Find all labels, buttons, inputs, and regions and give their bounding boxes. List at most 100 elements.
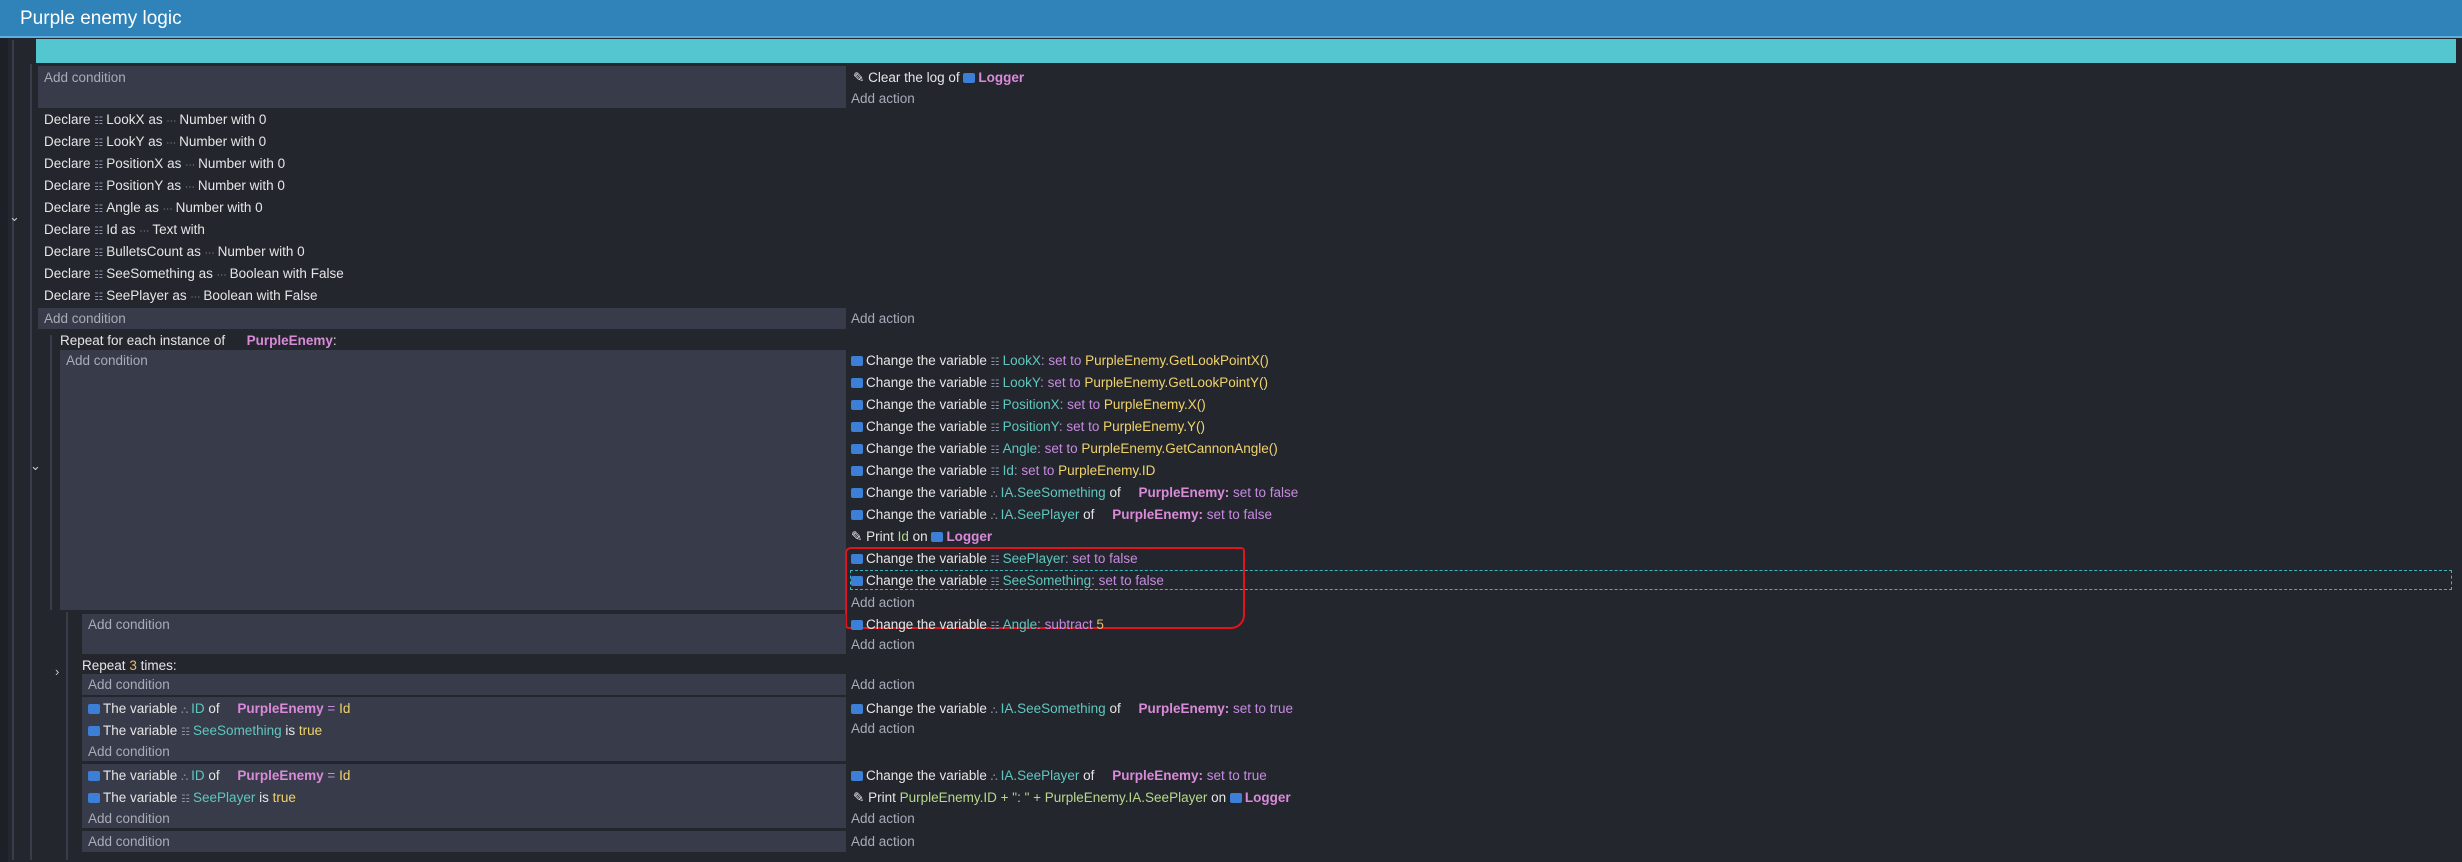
with-text: with [256, 288, 281, 303]
condition-id[interactable]: The variable ⛬ ID of PurpleEnemy = Id [88, 700, 350, 719]
condition-area[interactable] [82, 674, 846, 695]
expand-chevron-icon[interactable]: › [55, 664, 59, 679]
type-icon: ⋯ [166, 116, 177, 127]
add-action-link[interactable]: Add action [851, 676, 915, 693]
action-text: Change the variable [866, 441, 987, 456]
collapse-chevron-icon[interactable]: ⌄ [30, 458, 41, 474]
foreach-header[interactable]: Repeat for each instance of PurpleEnemy: [60, 332, 337, 349]
add-action-link[interactable]: Add action [851, 810, 915, 827]
add-action-link[interactable]: Add action [851, 310, 915, 327]
variable-icon: ☷ [990, 357, 1000, 368]
title-bar: Purple enemy logic [0, 0, 2462, 38]
add-action-link[interactable]: Add action [851, 720, 915, 737]
declare-row[interactable]: Declare ☷ PositionY as ⋯ Number with 0 [44, 177, 344, 199]
condition-area[interactable] [82, 831, 846, 852]
as-text: as [198, 266, 213, 281]
declare-text: Declare [44, 200, 91, 215]
action-change-variable[interactable]: Change the variable ☷ Id: set to PurpleEn… [851, 462, 1298, 484]
repeat-header[interactable]: Repeat 3 times: [82, 657, 177, 674]
operation: set to true [1206, 768, 1267, 783]
of-text: of [1083, 768, 1095, 783]
edit-icon: ✎ [853, 70, 865, 85]
add-condition-link[interactable]: Add condition [44, 310, 126, 327]
variable-name: PositionX [1002, 397, 1060, 412]
action-set-seesomething[interactable]: Change the variable ⛬ IA.SeeSomething of … [851, 700, 1293, 719]
as-text: as [148, 134, 163, 149]
declare-row[interactable]: Declare ☷ PositionX as ⋯ Number with 0 [44, 155, 344, 177]
type-name: Boolean [229, 266, 280, 281]
condition-id[interactable]: The variable ⛬ ID of PurpleEnemy = Id [88, 767, 350, 786]
type-name: Number [217, 244, 266, 259]
group-header-bar[interactable] [36, 39, 2456, 63]
initial-value: False [284, 288, 318, 303]
logger-icon [1229, 793, 1242, 803]
variable-icon: ☷ [990, 379, 1000, 390]
action-change-variable[interactable]: Change the variable ☷ Angle: set to Purpl… [851, 440, 1298, 462]
variable-name: IA.SeePlayer [1000, 768, 1080, 783]
as-text: as [186, 244, 201, 259]
add-condition-link[interactable]: Add condition [66, 352, 148, 369]
declare-row[interactable]: Declare ☷ BulletsCount as ⋯ Number with 0 [44, 243, 344, 265]
as-text: as [148, 112, 163, 127]
action-clear-log[interactable]: ✎ Clear the log of Logger [853, 69, 1024, 86]
action-text: Change the variable [866, 375, 987, 390]
object-name: Logger [978, 70, 1025, 85]
variable-icon: ⛬ [181, 705, 189, 716]
condition-area[interactable] [60, 350, 846, 610]
variable-icon: ☷ [990, 621, 1000, 632]
action-print-seeplayer[interactable]: ✎ Print PurpleEnemy.ID + ": " + PurpleEn… [853, 789, 1291, 806]
add-condition-link[interactable]: Add condition [44, 69, 126, 86]
variable-name: SeePlayer [106, 288, 169, 303]
add-action-link[interactable]: Add action [851, 833, 915, 850]
add-condition-link[interactable]: Add condition [88, 833, 170, 850]
declare-row[interactable]: Declare ☷ LookX as ⋯ Number with 0 [44, 111, 344, 133]
action-change-object-variable[interactable]: Change the variable ⛬ IA.SeePlayer of Pur… [851, 506, 1298, 528]
action-text: Change the variable [866, 419, 987, 434]
declare-row[interactable]: Declare ☷ SeePlayer as ⋯ Boolean with Fals… [44, 287, 344, 309]
add-condition-link[interactable]: Add condition [88, 616, 170, 633]
operator: = [327, 701, 336, 716]
condition-area[interactable] [82, 614, 846, 654]
logger-icon [931, 532, 944, 542]
declare-row[interactable]: Declare ☷ Angle as ⋯ Number with 0 [44, 199, 344, 221]
add-condition-link[interactable]: Add condition [88, 743, 170, 760]
add-condition-link[interactable]: Add condition [88, 810, 170, 827]
action-change-variable[interactable]: Change the variable ☷ LookY: set to Purpl… [851, 374, 1298, 396]
action-change-variable[interactable]: Change the variable ☷ PositionX: set to P… [851, 396, 1298, 418]
add-action-link[interactable]: Add action [851, 90, 915, 107]
action-set-seeplayer[interactable]: Change the variable ⛬ IA.SeePlayer of Pur… [851, 767, 1267, 786]
add-condition-link[interactable]: Add condition [88, 676, 170, 693]
variable-name: IA.SeeSomething [1000, 701, 1106, 716]
variable-icon: ☷ [990, 401, 1000, 412]
variable-name: LookX [106, 112, 145, 127]
operation: : subtract [1037, 617, 1093, 632]
condition-seesomething[interactable]: The variable ☷ SeeSomething is true [88, 722, 322, 741]
print-expression: PurpleEnemy.ID + ": " + PurpleEnemy.IA.S… [899, 790, 1208, 805]
collapse-chevron-icon[interactable]: ⌄ [9, 209, 20, 225]
variable-name: SeePlayer [193, 790, 256, 805]
declare-row[interactable]: Declare ☷ Id as ⋯ Text with [44, 221, 344, 243]
variable-icon: ☷ [94, 226, 104, 237]
declare-row[interactable]: Declare ☷ SeeSomething as ⋯ Boolean with F… [44, 265, 344, 287]
variable-icon [851, 771, 863, 781]
condition-seeplayer[interactable]: The variable ☷ SeePlayer is true [88, 789, 296, 808]
condition-area[interactable] [38, 308, 846, 329]
type-icon: ⋯ [139, 226, 150, 237]
operator: = [327, 768, 336, 783]
logger-icon [963, 73, 976, 83]
variable-icon: ⛬ [181, 772, 189, 783]
declare-row[interactable]: Declare ☷ LookY as ⋯ Number with 0 [44, 133, 344, 155]
value: PurpleEnemy.Y() [1103, 419, 1205, 434]
action-change-variable[interactable]: Change the variable ☷ PositionY: set to P… [851, 418, 1298, 440]
action-change-variable[interactable]: Change the variable ☷ LookX: set to Purpl… [851, 352, 1298, 374]
action-change-object-variable[interactable]: Change the variable ⛬ IA.SeeSomething of … [851, 484, 1298, 506]
action-change-angle[interactable]: Change the variable ☷ Angle: subtract 5 [851, 616, 1104, 635]
condition-area[interactable] [38, 66, 846, 108]
declare-text: Declare [44, 178, 91, 193]
action-text: Print [868, 790, 896, 805]
of-text: of [1109, 485, 1121, 500]
variable-icon: ☷ [94, 204, 104, 215]
with-text: with [249, 178, 274, 193]
add-action-link[interactable]: Add action [851, 636, 915, 653]
variable-icon [851, 356, 863, 366]
